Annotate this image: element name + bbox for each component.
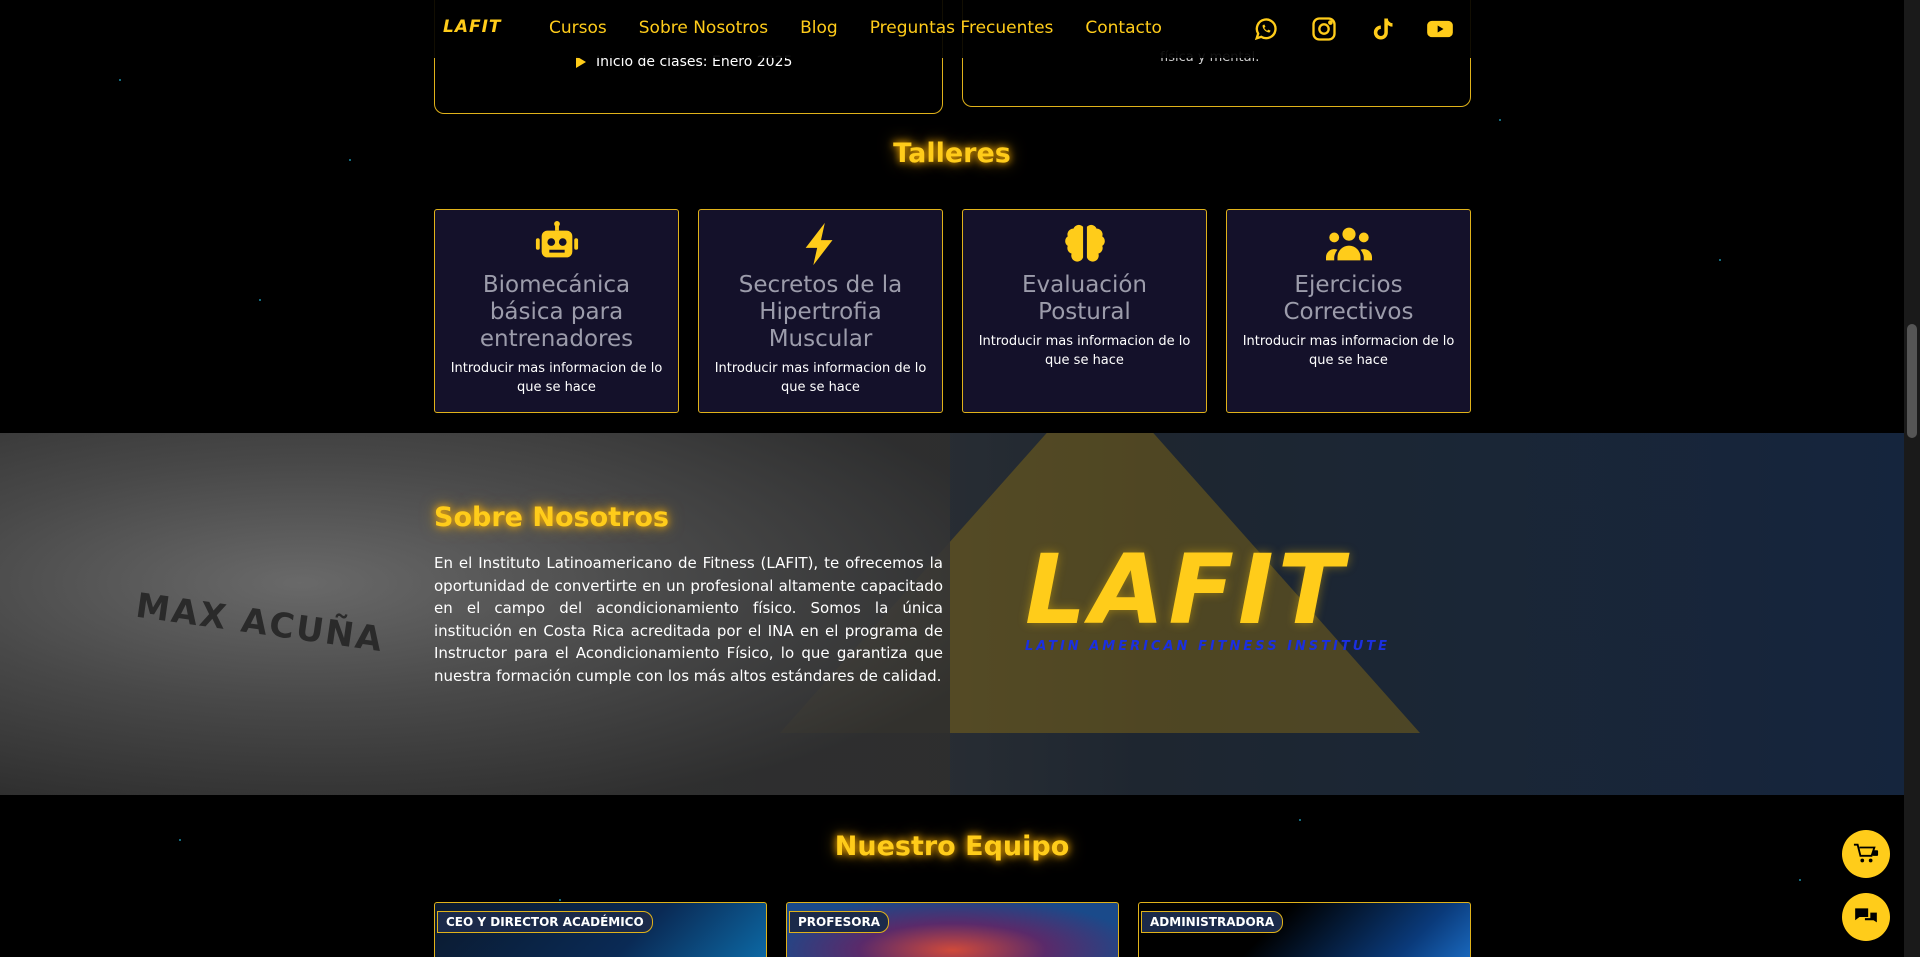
chat-icon [1855, 908, 1877, 923]
lightning-icon [699, 222, 942, 266]
team-card-profesora[interactable]: PROFESORA [786, 902, 1119, 957]
users-icon [1227, 222, 1470, 266]
logo-subtitle: LATIN AMERICAN FITNESS INSTITUTE [1025, 639, 1391, 654]
workshop-desc: Introducir mas informacion de lo que se … [714, 361, 927, 395]
workshop-card-evaluacion-postural[interactable]: Evaluación Postural Introducir mas infor… [962, 209, 1207, 413]
workshop-card-hipertrofia[interactable]: Secretos de la Hipertrofia Muscular Intr… [698, 209, 943, 413]
nav-link-cursos[interactable]: Cursos [549, 18, 607, 38]
nav-link-contacto[interactable]: Contacto [1085, 18, 1162, 38]
workshop-card-ejercicios-correctivos[interactable]: Ejercicios Correctivos Introducir mas in… [1226, 209, 1471, 413]
about-section: MAX ACUÑA [0, 433, 1904, 795]
instagram-icon[interactable] [1308, 13, 1340, 45]
team-role-badge: PROFESORA [789, 911, 890, 933]
team-role-badge: CEO Y DIRECTOR ACADÉMICO [437, 911, 653, 933]
tiktok-icon[interactable] [1366, 13, 1398, 45]
page-scrollbar[interactable] [1904, 0, 1920, 957]
about-title: Sobre Nosotros [434, 502, 669, 533]
about-text: En el Instituto Latinoamericano de Fitne… [434, 554, 943, 685]
navbar: LAFIT Cursos Sobre Nosotros Blog Pregunt… [0, 0, 1920, 58]
nav-link-blog[interactable]: Blog [800, 18, 838, 38]
cart-button[interactable] [1842, 830, 1890, 878]
nav-links: Cursos Sobre Nosotros Blog Preguntas Fre… [549, 18, 1162, 38]
team-title: Nuestro Equipo [834, 831, 1070, 862]
whatsapp-icon[interactable] [1250, 13, 1282, 45]
workshop-card-biomecanica[interactable]: Biomecánica básica para entrenadores Int… [434, 209, 679, 413]
talleres-title: Talleres [893, 138, 1011, 169]
team-role-badge: ADMINISTRADORA [1141, 911, 1284, 933]
team-card-administradora[interactable]: ADMINISTRADORA [1138, 902, 1471, 957]
workshop-title: Biomecánica básica para entrenadores [479, 272, 634, 352]
robot-icon [435, 221, 678, 266]
lafit-logo: LAFIT LATIN AMERICAN FITNESS INSTITUTE [1025, 534, 1425, 660]
workshop-title: Evaluación Postural [1022, 272, 1147, 325]
chat-button[interactable] [1842, 893, 1890, 941]
cart-icon [1853, 843, 1879, 863]
nav-link-preguntas-frecuentes[interactable]: Preguntas Frecuentes [870, 18, 1054, 38]
workshop-desc: Introducir mas informacion de lo que se … [978, 334, 1191, 368]
workshop-title: Secretos de la Hipertrofia Muscular [738, 272, 903, 352]
team-card-ceo[interactable]: CEO Y DIRECTOR ACADÉMICO [434, 902, 767, 957]
logo-word: LAFIT [1025, 534, 1348, 646]
youtube-icon[interactable] [1424, 13, 1456, 45]
nav-link-sobre-nosotros[interactable]: Sobre Nosotros [639, 18, 768, 38]
scrollbar-thumb[interactable] [1907, 324, 1917, 438]
nav-logo[interactable]: LAFIT [443, 17, 502, 37]
social-links [1250, 13, 1456, 45]
brain-icon [963, 222, 1206, 266]
workshop-desc: Introducir mas informacion de lo que se … [1242, 334, 1455, 368]
workshop-title: Ejercicios Correctivos [1283, 272, 1414, 325]
workshop-desc: Introducir mas informacion de lo que se … [450, 361, 663, 395]
